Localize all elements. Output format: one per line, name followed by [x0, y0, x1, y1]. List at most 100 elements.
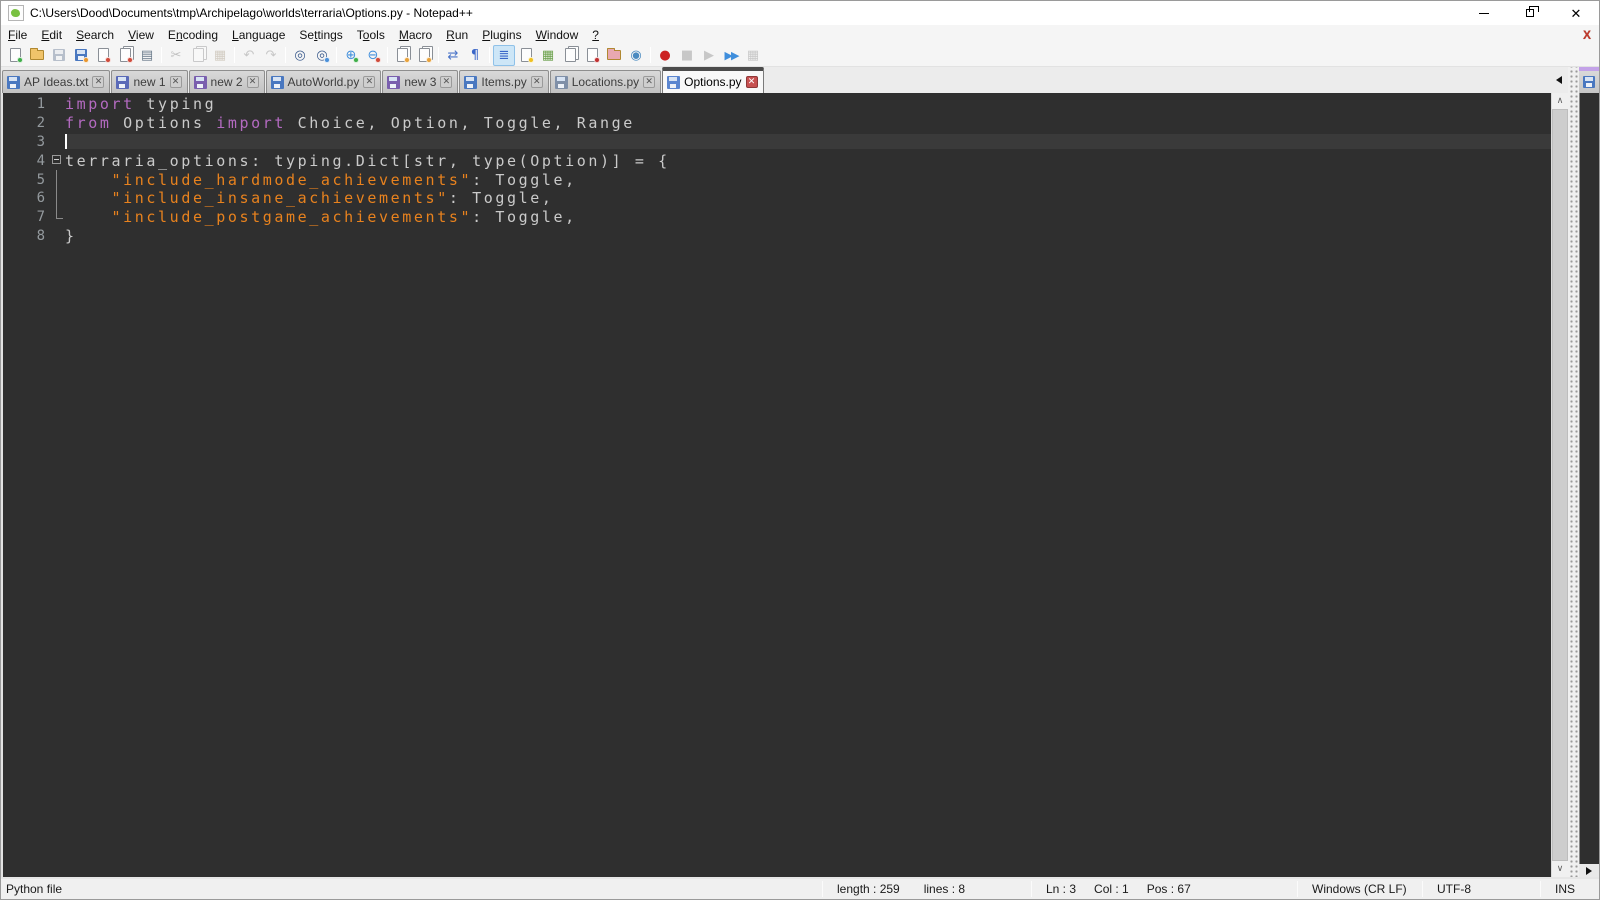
- code-line-5[interactable]: 5 "include_hardmode_achievements": Toggl…: [3, 170, 1551, 189]
- tab-close-icon[interactable]: ✕: [745, 76, 758, 88]
- close-button[interactable]: ✕: [1553, 1, 1599, 25]
- word-wrap-button[interactable]: ⇄: [442, 45, 464, 66]
- badge-icon: [324, 56, 330, 63]
- restore-button[interactable]: [1507, 1, 1553, 25]
- zoom-out-button[interactable]: ⊖: [362, 45, 384, 66]
- second-view-tab-fragment[interactable]: [1579, 67, 1599, 93]
- code-line-3[interactable]: 3: [3, 133, 1551, 152]
- line-number: 5: [36, 171, 45, 188]
- code-area[interactable]: 1 import typing 2 from Options import Choic…: [3, 93, 1551, 877]
- menu-bar: File Edit Search View Encoding Language Settin…: [1, 25, 1599, 44]
- open-file-button[interactable]: [26, 45, 48, 66]
- minimize-button[interactable]: [1461, 1, 1507, 25]
- code-line-6[interactable]: 6 "include_insane_achievements": Toggle,: [3, 188, 1551, 208]
- tab-close-icon[interactable]: ✕: [440, 76, 453, 88]
- scrollbar-thumb[interactable]: [1552, 109, 1568, 861]
- zoom-in-button[interactable]: ⊕: [340, 45, 362, 66]
- badge-icon: [353, 56, 359, 63]
- paste-button[interactable]: ▦: [209, 45, 231, 66]
- toolbar-separator: [650, 47, 651, 63]
- tab-close-icon[interactable]: ✕: [363, 76, 376, 88]
- redo-button[interactable]: ↷: [260, 45, 282, 66]
- menu-item-edit[interactable]: Edit: [34, 27, 69, 43]
- menu-item-tools[interactable]: Tools: [350, 27, 392, 43]
- close-all-button[interactable]: [114, 45, 136, 66]
- second-view-editor-fragment: [1579, 93, 1599, 864]
- scroll-down-icon[interactable]: ∨: [1552, 861, 1568, 877]
- menu-item-search[interactable]: Search: [69, 27, 121, 43]
- code-line-4[interactable]: 4 terraria_options: typing.Dict[str, type…: [3, 151, 1551, 170]
- user-defined-language-button[interactable]: [581, 45, 603, 66]
- menu-item-window[interactable]: Window: [529, 27, 586, 43]
- tab-new-2[interactable]: new 2 ✕: [188, 70, 265, 93]
- view-splitter[interactable]: [1568, 67, 1579, 877]
- macro-stop-button[interactable]: ■: [676, 45, 698, 66]
- tab-scroll-left-icon[interactable]: [1556, 76, 1562, 84]
- code-text: "include_insane_achievements": Toggle,: [111, 189, 554, 208]
- tab-new-3[interactable]: new 3 ✕: [382, 70, 459, 93]
- scroll-up-icon[interactable]: ∧: [1552, 93, 1568, 109]
- replace-button[interactable]: ◎: [311, 45, 333, 66]
- menu-item-language[interactable]: Language: [225, 27, 292, 43]
- saved-floppy-icon: [116, 75, 130, 89]
- title-bar: C:\Users\Dood\Documents\tmp\Archipelago\…: [1, 1, 1599, 25]
- fold-collapse-icon[interactable]: [49, 151, 65, 170]
- second-view-scroll-fragment[interactable]: [1579, 864, 1599, 877]
- menu-item-file[interactable]: File: [1, 27, 34, 43]
- menu-item-run[interactable]: Run: [439, 27, 475, 43]
- macro-save-button[interactable]: ▦: [742, 45, 764, 66]
- save-all-button[interactable]: [70, 45, 92, 66]
- new-file-button[interactable]: [4, 45, 26, 66]
- macro-play-button[interactable]: ▶: [698, 45, 720, 66]
- save-button[interactable]: [48, 45, 70, 66]
- saved-floppy-icon: [193, 75, 207, 89]
- show-indent-guide-button[interactable]: ≣: [493, 44, 515, 66]
- menu-item-help[interactable]: ?: [585, 27, 606, 43]
- menu-item-macro[interactable]: Macro: [392, 27, 439, 43]
- vertical-scrollbar[interactable]: ∧ ∨: [1551, 93, 1568, 877]
- menu-item-encoding[interactable]: Encoding: [161, 27, 225, 43]
- tab-ap-ideas-txt[interactable]: AP Ideas.txt ✕: [2, 70, 111, 93]
- tab-close-icon[interactable]: ✕: [530, 76, 543, 88]
- tab-close-icon[interactable]: ✕: [92, 76, 105, 88]
- undo-button[interactable]: ↶: [238, 45, 260, 66]
- menu-item-plugins[interactable]: Plugins: [475, 27, 528, 43]
- tab-close-icon[interactable]: ✕: [169, 76, 182, 88]
- tab-autoworld-py[interactable]: AutoWorld.py ✕: [265, 70, 382, 93]
- close-document-button[interactable]: X: [1583, 28, 1591, 42]
- sync-vertical-scrolling-button[interactable]: [391, 45, 413, 66]
- close-file-button[interactable]: [92, 45, 114, 66]
- code-line-7[interactable]: 7 "include_postgame_achievements": Toggl…: [3, 207, 1551, 227]
- tab-new-1[interactable]: new 1 ✕: [111, 70, 188, 93]
- tab-options-py[interactable]: Options.py ✕: [662, 67, 764, 93]
- cut-button[interactable]: ✂: [165, 45, 187, 66]
- document-list-button[interactable]: [559, 45, 581, 66]
- print-button[interactable]: ▤: [136, 45, 158, 66]
- show-all-characters-button[interactable]: ¶: [464, 45, 486, 66]
- document-map-button[interactable]: ▦: [537, 45, 559, 66]
- copy-button[interactable]: [187, 45, 209, 66]
- macro-run-multiple-button[interactable]: ▶▶: [720, 45, 742, 66]
- menu-item-view[interactable]: View: [121, 27, 161, 43]
- tab-close-icon[interactable]: ✕: [643, 76, 656, 88]
- status-lines: lines : 8: [923, 882, 966, 896]
- badge-icon: [105, 56, 111, 63]
- find-button[interactable]: ◎: [289, 45, 311, 66]
- folder-as-workspace-button[interactable]: [603, 45, 625, 66]
- menu-item-settings[interactable]: Settings: [292, 27, 349, 43]
- define-language-button[interactable]: [515, 45, 537, 66]
- tab-items-py[interactable]: Items.py ✕: [459, 70, 549, 93]
- tab-locations-py[interactable]: Locations.py ✕: [549, 70, 662, 93]
- code-line-1[interactable]: 1 import typing: [3, 95, 1551, 114]
- code-line-2[interactable]: 2 from Options import Choice, Option, Tog…: [3, 114, 1551, 133]
- sync-horizontal-scrolling-button[interactable]: [413, 45, 435, 66]
- second-view-sliver: [1579, 67, 1599, 877]
- tab-close-icon[interactable]: ✕: [246, 76, 259, 88]
- status-col: Col : 1: [1094, 882, 1129, 896]
- monitoring-button[interactable]: ◉: [625, 45, 647, 66]
- status-eol-format: Windows (CR LF): [1312, 882, 1407, 896]
- cut-icon: ✂: [170, 47, 182, 63]
- minimize-icon: [1479, 12, 1489, 14]
- macro-record-button[interactable]: ●: [654, 45, 676, 66]
- code-line-8[interactable]: 8}: [3, 227, 1551, 246]
